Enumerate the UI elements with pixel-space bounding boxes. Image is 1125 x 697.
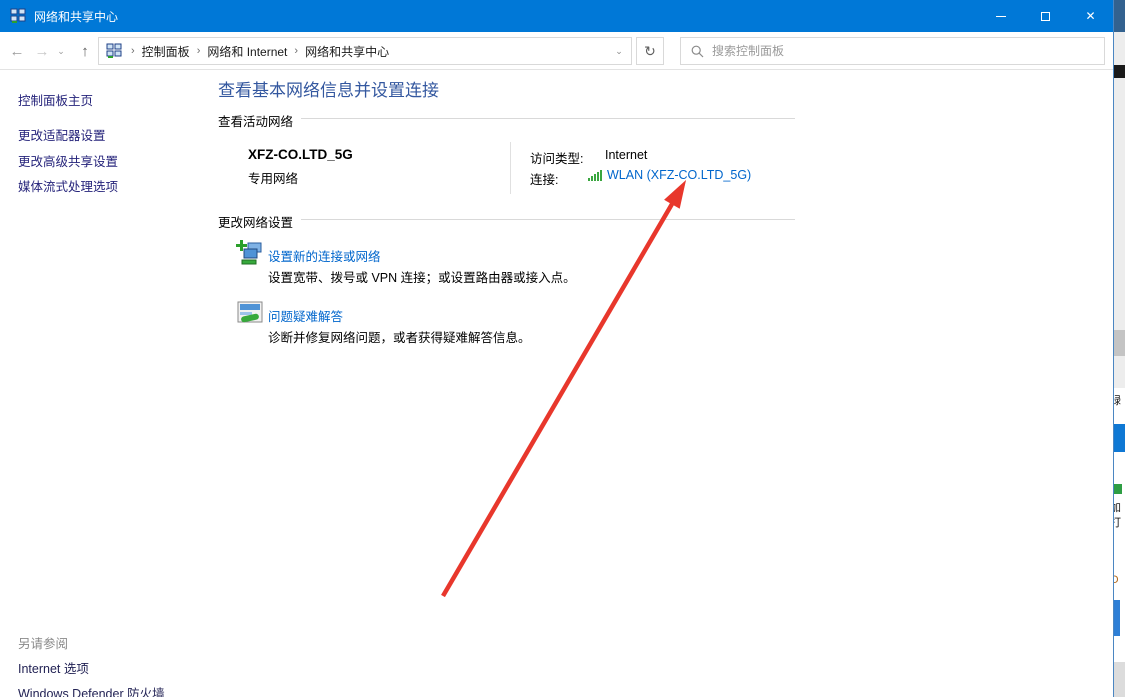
windows-defender-firewall-link[interactable]: Windows Defender 防火墙 (18, 683, 165, 697)
address-bar: › 控制面板 › 网络和 Internet › 网络和共享中心 ⌄ (98, 37, 632, 65)
network-breadcrumb-icon (106, 43, 122, 59)
wlan-connection-text: WLAN (XFZ-CO.LTD_5G) (607, 168, 751, 182)
setup-new-connection-icon (236, 240, 264, 268)
breadcrumb-network-sharing-center[interactable]: 网络和共享中心 (301, 43, 393, 60)
network-name: XFZ-CO.LTD_5G (248, 147, 353, 162)
edge-text-fragment: 打 (1114, 514, 1125, 528)
breadcrumb-separator: › (291, 45, 301, 57)
section-change-settings: 更改网络设置 (218, 212, 301, 231)
wifi-signal-icon (588, 169, 603, 181)
network-info-divider (510, 142, 511, 194)
section-divider (283, 118, 795, 119)
window-title: 网络和共享中心 (34, 8, 118, 25)
minimize-icon (996, 16, 1006, 17)
access-type-label: 访问类型: (530, 148, 583, 167)
close-button[interactable]: ✕ (1068, 0, 1113, 32)
maximize-icon (1041, 12, 1050, 21)
edge-highlight-fragment (1114, 424, 1125, 452)
sidebar-item-change-adapter-settings[interactable]: 更改适配器设置 (18, 125, 106, 144)
sidebar-item-control-panel-home[interactable]: 控制面板主页 (18, 90, 93, 109)
edge-fragment (1114, 330, 1125, 356)
breadcrumb-separator: › (128, 45, 138, 57)
troubleshoot-desc: 诊断并修复网络问题，或者获得疑难解答信息。 (268, 327, 531, 346)
refresh-button[interactable]: ↻ (636, 37, 664, 65)
breadcrumb-separator: › (194, 45, 204, 57)
up-button[interactable]: ↑ (72, 32, 98, 70)
page-title: 查看基本网络信息并设置连接 (218, 76, 439, 101)
setup-new-connection-link[interactable]: 设置新的连接或网络 (268, 246, 381, 265)
edge-fragment (1114, 0, 1125, 32)
sidebar-item-media-streaming-options[interactable]: 媒体流式处理选项 (18, 176, 118, 195)
title-bar: 网络和共享中心 ✕ (0, 0, 1113, 32)
search-box (680, 37, 1105, 65)
history-chevron-icon[interactable]: ⌄ (54, 32, 68, 70)
internet-options-link[interactable]: Internet 选项 (18, 658, 89, 677)
troubleshoot-link[interactable]: 问题疑难解答 (268, 306, 343, 325)
section-active-networks: 查看活动网络 (218, 111, 301, 130)
forward-button[interactable]: → (30, 32, 54, 70)
red-arrow-annotation (0, 0, 1125, 697)
minimize-button[interactable] (978, 0, 1023, 32)
setup-new-connection-desc: 设置宽带、拨号或 VPN 连接；或设置路由器或接入点。 (268, 267, 576, 286)
edge-text-fragment: 绿 (1114, 392, 1125, 408)
edge-text-fragment: O (1114, 574, 1125, 588)
address-dropdown-chevron-icon[interactable]: ⌄ (607, 46, 631, 57)
navigation-toolbar: ← → ⌄ ↑ › 控制面板 › 网络和 Internet › 网络和共享中心 … (0, 32, 1113, 70)
search-input[interactable] (712, 44, 1104, 58)
network-profile: 专用网络 (248, 168, 298, 187)
see-also-label: 另请参阅 (18, 633, 68, 652)
wlan-connection-link[interactable]: WLAN (XFZ-CO.LTD_5G) (588, 168, 751, 182)
section-divider (283, 219, 795, 220)
network-app-icon (10, 8, 26, 24)
edge-fragment (1114, 65, 1125, 78)
back-button[interactable]: ← (4, 32, 30, 70)
access-type-value: Internet (605, 148, 647, 162)
breadcrumb-network-internet[interactable]: 网络和 Internet (203, 43, 291, 60)
connection-label: 连接: (530, 169, 558, 188)
window-controls: ✕ (978, 0, 1113, 32)
search-icon (691, 45, 704, 58)
edge-fragment (1114, 600, 1120, 636)
edge-fragment (1114, 484, 1122, 494)
troubleshoot-icon (236, 299, 264, 327)
edge-fragment (1114, 662, 1125, 697)
background-window-edge: 绿 加 打 O (1113, 0, 1125, 697)
network-sharing-center-window: 网络和共享中心 ✕ ← → ⌄ ↑ › 控制面板 › (0, 0, 1125, 697)
breadcrumb-control-panel[interactable]: 控制面板 (138, 43, 194, 60)
edge-text-fragment: 加 (1114, 499, 1125, 513)
sidebar-item-change-advanced-sharing[interactable]: 更改高级共享设置 (18, 151, 118, 170)
maximize-button[interactable] (1023, 0, 1068, 32)
